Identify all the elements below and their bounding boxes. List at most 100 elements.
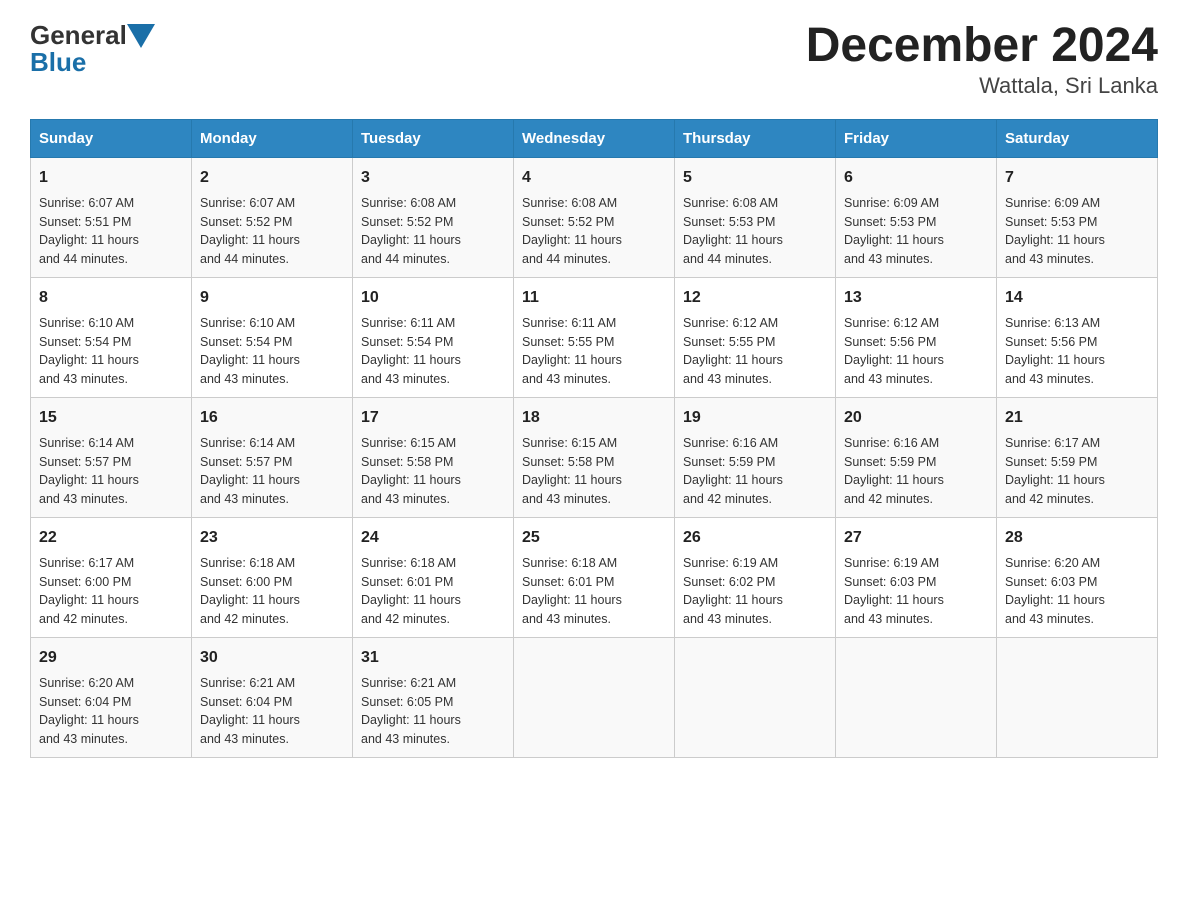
calendar-cell: 5 Sunrise: 6:08 AMSunset: 5:53 PMDaylight… bbox=[675, 157, 836, 277]
day-number: 26 bbox=[683, 526, 827, 550]
day-number: 16 bbox=[200, 406, 344, 430]
day-info: Sunrise: 6:14 AMSunset: 5:57 PMDaylight:… bbox=[39, 434, 183, 509]
title-block: December 2024 Wattala, Sri Lanka bbox=[806, 20, 1158, 99]
day-number: 2 bbox=[200, 166, 344, 190]
calendar-cell: 29 Sunrise: 6:20 AMSunset: 6:04 PMDayligh… bbox=[31, 637, 192, 757]
calendar-cell: 28 Sunrise: 6:20 AMSunset: 6:03 PMDayligh… bbox=[997, 517, 1158, 637]
header-wednesday: Wednesday bbox=[514, 119, 675, 157]
calendar-cell bbox=[514, 637, 675, 757]
day-info: Sunrise: 6:17 AMSunset: 6:00 PMDaylight:… bbox=[39, 554, 183, 629]
header-thursday: Thursday bbox=[675, 119, 836, 157]
day-number: 28 bbox=[1005, 526, 1149, 550]
day-number: 19 bbox=[683, 406, 827, 430]
day-info: Sunrise: 6:07 AMSunset: 5:52 PMDaylight:… bbox=[200, 194, 344, 269]
calendar-cell: 19 Sunrise: 6:16 AMSunset: 5:59 PMDayligh… bbox=[675, 397, 836, 517]
calendar-week-row: 8 Sunrise: 6:10 AMSunset: 5:54 PMDaylight… bbox=[31, 277, 1158, 397]
calendar-cell: 20 Sunrise: 6:16 AMSunset: 5:59 PMDayligh… bbox=[836, 397, 997, 517]
day-info: Sunrise: 6:19 AMSunset: 6:03 PMDaylight:… bbox=[844, 554, 988, 629]
calendar-cell: 4Sunrise: 6:08 AMSunset: 5:52 PMDaylight… bbox=[514, 157, 675, 277]
header-friday: Friday bbox=[836, 119, 997, 157]
day-number: 29 bbox=[39, 646, 183, 670]
day-number: 23 bbox=[200, 526, 344, 550]
calendar-cell: 14 Sunrise: 6:13 AMSunset: 5:56 PMDayligh… bbox=[997, 277, 1158, 397]
calendar-cell: 12Sunrise: 6:12 AMSunset: 5:55 PMDayligh… bbox=[675, 277, 836, 397]
day-number: 27 bbox=[844, 526, 988, 550]
day-number: 9 bbox=[200, 286, 344, 310]
day-info: Sunrise: 6:07 AMSunset: 5:51 PMDaylight:… bbox=[39, 194, 183, 269]
calendar-cell bbox=[836, 637, 997, 757]
calendar-cell: 31Sunrise: 6:21 AMSunset: 6:05 PMDayligh… bbox=[353, 637, 514, 757]
calendar-cell: 3 Sunrise: 6:08 AMSunset: 5:52 PMDaylight… bbox=[353, 157, 514, 277]
day-info: Sunrise: 6:10 AMSunset: 5:54 PMDaylight:… bbox=[39, 314, 183, 389]
page-header: General Blue December 2024 Wattala, Sri … bbox=[30, 20, 1158, 99]
calendar-cell: 8 Sunrise: 6:10 AMSunset: 5:54 PMDaylight… bbox=[31, 277, 192, 397]
calendar-cell: 24Sunrise: 6:18 AMSunset: 6:01 PMDayligh… bbox=[353, 517, 514, 637]
calendar-cell: 10Sunrise: 6:11 AMSunset: 5:54 PMDayligh… bbox=[353, 277, 514, 397]
calendar-subtitle: Wattala, Sri Lanka bbox=[806, 73, 1158, 99]
day-number: 21 bbox=[1005, 406, 1149, 430]
day-info: Sunrise: 6:16 AMSunset: 5:59 PMDaylight:… bbox=[844, 434, 988, 509]
day-info: Sunrise: 6:13 AMSunset: 5:56 PMDaylight:… bbox=[1005, 314, 1149, 389]
day-number: 6 bbox=[844, 166, 988, 190]
day-info: Sunrise: 6:15 AMSunset: 5:58 PMDaylight:… bbox=[361, 434, 505, 509]
day-info: Sunrise: 6:17 AMSunset: 5:59 PMDaylight:… bbox=[1005, 434, 1149, 509]
day-number: 13 bbox=[844, 286, 988, 310]
day-number: 10 bbox=[361, 286, 505, 310]
calendar-cell: 17 Sunrise: 6:15 AMSunset: 5:58 PMDayligh… bbox=[353, 397, 514, 517]
calendar-cell: 18Sunrise: 6:15 AMSunset: 5:58 PMDayligh… bbox=[514, 397, 675, 517]
calendar-cell: 16 Sunrise: 6:14 AMSunset: 5:57 PMDayligh… bbox=[192, 397, 353, 517]
day-info: Sunrise: 6:09 AMSunset: 5:53 PMDaylight:… bbox=[1005, 194, 1149, 269]
logo: General Blue bbox=[30, 20, 155, 78]
day-number: 8 bbox=[39, 286, 183, 310]
calendar-cell: 23 Sunrise: 6:18 AMSunset: 6:00 PMDayligh… bbox=[192, 517, 353, 637]
day-info: Sunrise: 6:18 AMSunset: 6:00 PMDaylight:… bbox=[200, 554, 344, 629]
header-tuesday: Tuesday bbox=[353, 119, 514, 157]
header-monday: Monday bbox=[192, 119, 353, 157]
day-info: Sunrise: 6:21 AMSunset: 6:05 PMDaylight:… bbox=[361, 674, 505, 749]
day-info: Sunrise: 6:08 AMSunset: 5:52 PMDaylight:… bbox=[361, 194, 505, 269]
day-info: Sunrise: 6:10 AMSunset: 5:54 PMDaylight:… bbox=[200, 314, 344, 389]
day-info: Sunrise: 6:08 AMSunset: 5:53 PMDaylight:… bbox=[683, 194, 827, 269]
logo-blue-text: Blue bbox=[30, 47, 86, 78]
day-number: 14 bbox=[1005, 286, 1149, 310]
day-number: 22 bbox=[39, 526, 183, 550]
day-number: 1 bbox=[39, 166, 183, 190]
calendar-cell: 2 Sunrise: 6:07 AMSunset: 5:52 PMDaylight… bbox=[192, 157, 353, 277]
day-info: Sunrise: 6:09 AMSunset: 5:53 PMDaylight:… bbox=[844, 194, 988, 269]
day-info: Sunrise: 6:16 AMSunset: 5:59 PMDaylight:… bbox=[683, 434, 827, 509]
calendar-cell bbox=[997, 637, 1158, 757]
day-info: Sunrise: 6:20 AMSunset: 6:04 PMDaylight:… bbox=[39, 674, 183, 749]
calendar-week-row: 22 Sunrise: 6:17 AMSunset: 6:00 PMDayligh… bbox=[31, 517, 1158, 637]
calendar-cell bbox=[675, 637, 836, 757]
day-number: 18 bbox=[522, 406, 666, 430]
day-number: 17 bbox=[361, 406, 505, 430]
day-number: 25 bbox=[522, 526, 666, 550]
calendar-title: December 2024 bbox=[806, 20, 1158, 73]
day-number: 7 bbox=[1005, 166, 1149, 190]
calendar-cell: 1 Sunrise: 6:07 AMSunset: 5:51 PMDaylight… bbox=[31, 157, 192, 277]
weekday-header-row: Sunday Monday Tuesday Wednesday Thursday… bbox=[31, 119, 1158, 157]
day-info: Sunrise: 6:18 AMSunset: 6:01 PMDaylight:… bbox=[522, 554, 666, 629]
calendar-cell: 22 Sunrise: 6:17 AMSunset: 6:00 PMDayligh… bbox=[31, 517, 192, 637]
day-info: Sunrise: 6:20 AMSunset: 6:03 PMDaylight:… bbox=[1005, 554, 1149, 629]
day-number: 20 bbox=[844, 406, 988, 430]
calendar-cell: 27 Sunrise: 6:19 AMSunset: 6:03 PMDayligh… bbox=[836, 517, 997, 637]
calendar-cell: 9 Sunrise: 6:10 AMSunset: 5:54 PMDaylight… bbox=[192, 277, 353, 397]
header-saturday: Saturday bbox=[997, 119, 1158, 157]
calendar-week-row: 15 Sunrise: 6:14 AMSunset: 5:57 PMDayligh… bbox=[31, 397, 1158, 517]
day-number: 11 bbox=[522, 286, 666, 310]
day-number: 30 bbox=[200, 646, 344, 670]
calendar-cell: 11 Sunrise: 6:11 AMSunset: 5:55 PMDayligh… bbox=[514, 277, 675, 397]
day-number: 5 bbox=[683, 166, 827, 190]
day-info: Sunrise: 6:14 AMSunset: 5:57 PMDaylight:… bbox=[200, 434, 344, 509]
day-number: 15 bbox=[39, 406, 183, 430]
day-number: 3 bbox=[361, 166, 505, 190]
day-number: 4 bbox=[522, 166, 666, 190]
day-info: Sunrise: 6:19 AMSunset: 6:02 PMDaylight:… bbox=[683, 554, 827, 629]
calendar-week-row: 29 Sunrise: 6:20 AMSunset: 6:04 PMDayligh… bbox=[31, 637, 1158, 757]
header-sunday: Sunday bbox=[31, 119, 192, 157]
calendar-week-row: 1 Sunrise: 6:07 AMSunset: 5:51 PMDaylight… bbox=[31, 157, 1158, 277]
day-info: Sunrise: 6:11 AMSunset: 5:55 PMDaylight:… bbox=[522, 314, 666, 389]
calendar-cell: 30Sunrise: 6:21 AMSunset: 6:04 PMDayligh… bbox=[192, 637, 353, 757]
calendar-cell: 13Sunrise: 6:12 AMSunset: 5:56 PMDayligh… bbox=[836, 277, 997, 397]
